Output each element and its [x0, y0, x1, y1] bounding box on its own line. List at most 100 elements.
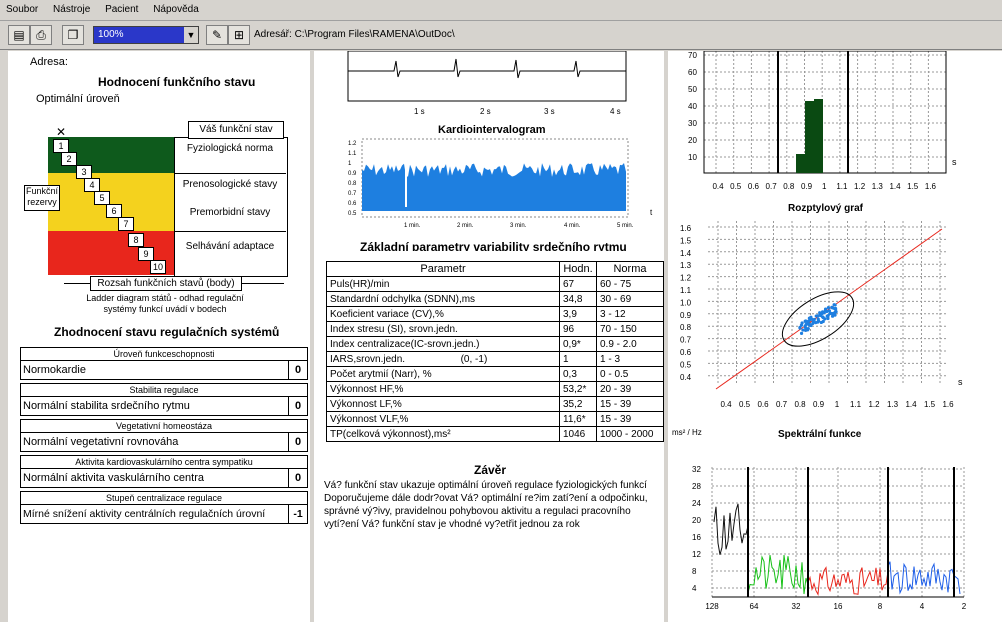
spectrum-lf-curve: [807, 566, 889, 596]
scatter-point: [804, 319, 808, 323]
kig-y-tick: 0.9: [348, 171, 357, 177]
regulation-score: -1: [288, 505, 307, 523]
ecg-frame: [347, 51, 627, 102]
ladder-step: 3: [76, 165, 92, 179]
histogram-x-tick: 1.1: [836, 182, 848, 191]
kig-y-tick: 0.5: [348, 211, 357, 217]
param-value: 96: [559, 321, 597, 337]
histogram-bar: [814, 99, 823, 173]
ladder-step: 6: [106, 204, 122, 218]
param-norm: 1000 - 2000: [596, 426, 664, 442]
scatter-points: [798, 303, 838, 336]
regulation-value: Mírné snížení aktivity centrálních regul…: [23, 508, 266, 520]
kig-x-tick: 4 min.: [564, 223, 581, 229]
ecg-tick-label: 1 s: [414, 107, 425, 116]
scatter-x-tick: 1: [835, 400, 840, 409]
kig-y-tick: 1.2: [348, 141, 357, 147]
menu-nastroje[interactable]: Nástroje: [47, 0, 96, 15]
scatter-x-tick: 0.6: [757, 400, 769, 409]
kig-x-tick: 2 min.: [457, 223, 474, 229]
histogram-x-tick: 0.5: [730, 182, 742, 191]
scatter-point: [832, 303, 836, 307]
spectrum-x-tick: 64: [750, 602, 759, 611]
spectrum-y-tick: 20: [692, 516, 701, 525]
histogram-y-tick: 10: [688, 153, 697, 162]
scatter-point: [826, 305, 831, 310]
page-title: Hodnocení funkčního stavu: [98, 75, 256, 89]
ecg-tick-label: 4 s: [610, 107, 621, 116]
param-name: TP(celková výkonnost),ms²: [326, 426, 560, 442]
scatter-grid: [708, 221, 948, 383]
scatter-point: [820, 315, 825, 319]
scatter-point: [834, 310, 838, 314]
print-icon[interactable]: ⎙: [30, 25, 52, 45]
scatter-y-tick: 1.3: [680, 261, 692, 270]
edit-icon[interactable]: ✎: [206, 25, 228, 45]
histogram-x-tick: 0.6: [748, 182, 760, 191]
scatter-point: [816, 314, 820, 318]
table-row: Index centralizace(IC-srovn.jedn.) 0,9* 0.…: [326, 336, 664, 352]
zone-label-adaptation-failure: Selhávání adaptace: [185, 241, 275, 252]
param-value: 3,9: [559, 306, 597, 322]
ladder-step: 4: [84, 178, 100, 192]
regulation-score: 0: [288, 397, 307, 415]
histogram-x-tick: 0.7: [766, 182, 778, 191]
param-name: Výkonnost VLF,%: [326, 411, 560, 427]
table-row: Počet arytmií (Narr), % 0,3 0 - 0.5: [326, 366, 664, 382]
tree-icon[interactable]: ⊞: [228, 25, 250, 45]
scatter-point: [816, 320, 820, 324]
scatter-point: [799, 331, 804, 336]
regulation-value: Normální aktivita vaskulárního centra: [23, 472, 204, 484]
hrv-parameters-panel: 1 s 2 s 3 s 4 s Kardiointervalogram 1.2 1…: [314, 51, 664, 622]
param-value: 0,3: [559, 366, 597, 382]
right-charts: 70 60 50 40 30 20 10 0.4 0.5 0.6 0.7 0.8 0.9 1 1.1 1.2…: [672, 51, 967, 611]
scatter-point: [820, 310, 825, 314]
menu-soubor[interactable]: Soubor: [0, 0, 44, 15]
regulation-score: 0: [288, 361, 307, 379]
menu-napoveda[interactable]: Nápověda: [147, 0, 205, 15]
your-state-label: Váš funkční stav: [188, 121, 284, 139]
histogram-y-tick: 20: [688, 136, 697, 145]
zone-label-prenosological: Prenosologické stavy: [182, 179, 278, 190]
scatter-x-tick: 1.2: [868, 400, 880, 409]
scatter-x-tick: 1.5: [924, 400, 936, 409]
scatter-x-tick: 1.6: [942, 400, 954, 409]
spectrum-y-tick: 24: [692, 499, 701, 508]
conclusion-title: Závěr: [474, 463, 507, 477]
scatter-y-tick: 1.5: [680, 236, 692, 245]
ladder-step: 2: [61, 152, 77, 166]
param-norm: 1 - 3: [596, 351, 664, 367]
param-name: Počet arytmií (Narr), %: [326, 366, 560, 382]
scatter-x-tick: 1.3: [887, 400, 899, 409]
menu-pacient[interactable]: Pacient: [99, 0, 144, 15]
scatter-point: [806, 327, 810, 331]
scatter-y-tick: 0.4: [680, 373, 692, 382]
scatter-y-tick: 0.5: [680, 360, 692, 369]
table-row: Index stresu (SI), srovn.jedn. 96 70 - 150: [326, 321, 664, 337]
scatter-x-tick: 1.1: [850, 400, 862, 409]
scatter-point: [830, 314, 835, 318]
regulation-score: 0: [288, 433, 307, 451]
scatter-y-ticks: 1.6 1.5 1.4 1.3 1.2 1.1 1.0 0.9 0.8 0.7 0.6 0.5 0.4: [680, 224, 692, 382]
copy-icon[interactable]: ❐: [62, 25, 84, 45]
scatter-y-tick: 0.8: [680, 323, 692, 332]
table-row: Standardní odchylka (SDNN),ms 34,8 30 - 69: [326, 291, 664, 307]
regulation-value: Normokardie: [23, 364, 86, 376]
scatter-point: [827, 309, 832, 313]
regulation-header: Aktivita kardiovaskulárního centra sympa…: [21, 456, 307, 469]
parameters-table: Parametr Hodn. Norma Puls(HR)/min 67 60 - …: [326, 261, 664, 442]
scatter-y-tick: 1.0: [680, 298, 692, 307]
spectrum-x-tick: 16: [834, 602, 843, 611]
kig-x-tick: 5 min.: [617, 223, 634, 229]
scatter-title: Rozptylový graf: [788, 203, 864, 214]
functional-state-panel: Adresa: Hodnocení funkčního stavu Optimá…: [8, 51, 310, 622]
param-name: Index stresu (SI), srovn.jedn.: [326, 321, 560, 337]
scatter-y-tick: 1.1: [680, 286, 692, 295]
histogram-unit: s: [952, 157, 957, 167]
conclusion-text: Vá? funkční stav ukazuje optimální úrove…: [324, 480, 648, 530]
ladder-step: 8: [128, 233, 144, 247]
open-folder-icon[interactable]: ▤: [8, 25, 30, 45]
scatter-unit: s: [958, 377, 963, 387]
chevron-down-icon[interactable]: ▼: [184, 27, 198, 43]
zoom-select[interactable]: 100% ▼: [93, 26, 199, 44]
